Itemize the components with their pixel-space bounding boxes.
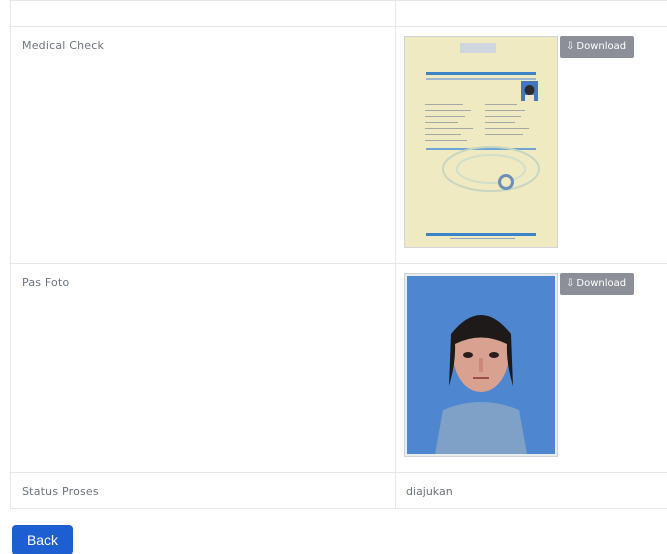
pas-foto-download-button[interactable]: ⇩ Download (560, 273, 635, 295)
table-row-pas-foto: Pas Foto ⇩ Download (10, 263, 667, 473)
back-button[interactable]: Back (12, 525, 73, 554)
label-cell-top (10, 0, 396, 27)
medical-certificate-preview (405, 37, 557, 247)
status-proses-value: diajukan (406, 485, 453, 498)
download-label: Download (576, 278, 627, 289)
document-table: Medical Check ⇩ Download Pas Foto ⇩ Down… (10, 0, 667, 509)
document-detail-page: Medical Check ⇩ Download Pas Foto ⇩ Down… (0, 0, 667, 554)
medical-check-download-button[interactable]: ⇩ Download (560, 36, 635, 58)
table-row-medical-check: Medical Check ⇩ Download (10, 26, 667, 264)
table-row-status-proses: Status Proses diajukan (10, 472, 667, 509)
download-icon: ⇩ (566, 41, 575, 52)
status-proses-label: Status Proses (22, 485, 99, 498)
value-cell-top (395, 0, 667, 27)
pas-foto-label: Pas Foto (22, 276, 70, 289)
medical-check-document-image[interactable] (404, 36, 558, 248)
table-row-top (10, 0, 667, 27)
download-label: Download (576, 41, 627, 52)
pas-foto-image[interactable] (404, 273, 558, 457)
passport-photo-preview (407, 276, 555, 454)
download-icon: ⇩ (566, 278, 575, 289)
medical-check-label: Medical Check (22, 39, 105, 52)
